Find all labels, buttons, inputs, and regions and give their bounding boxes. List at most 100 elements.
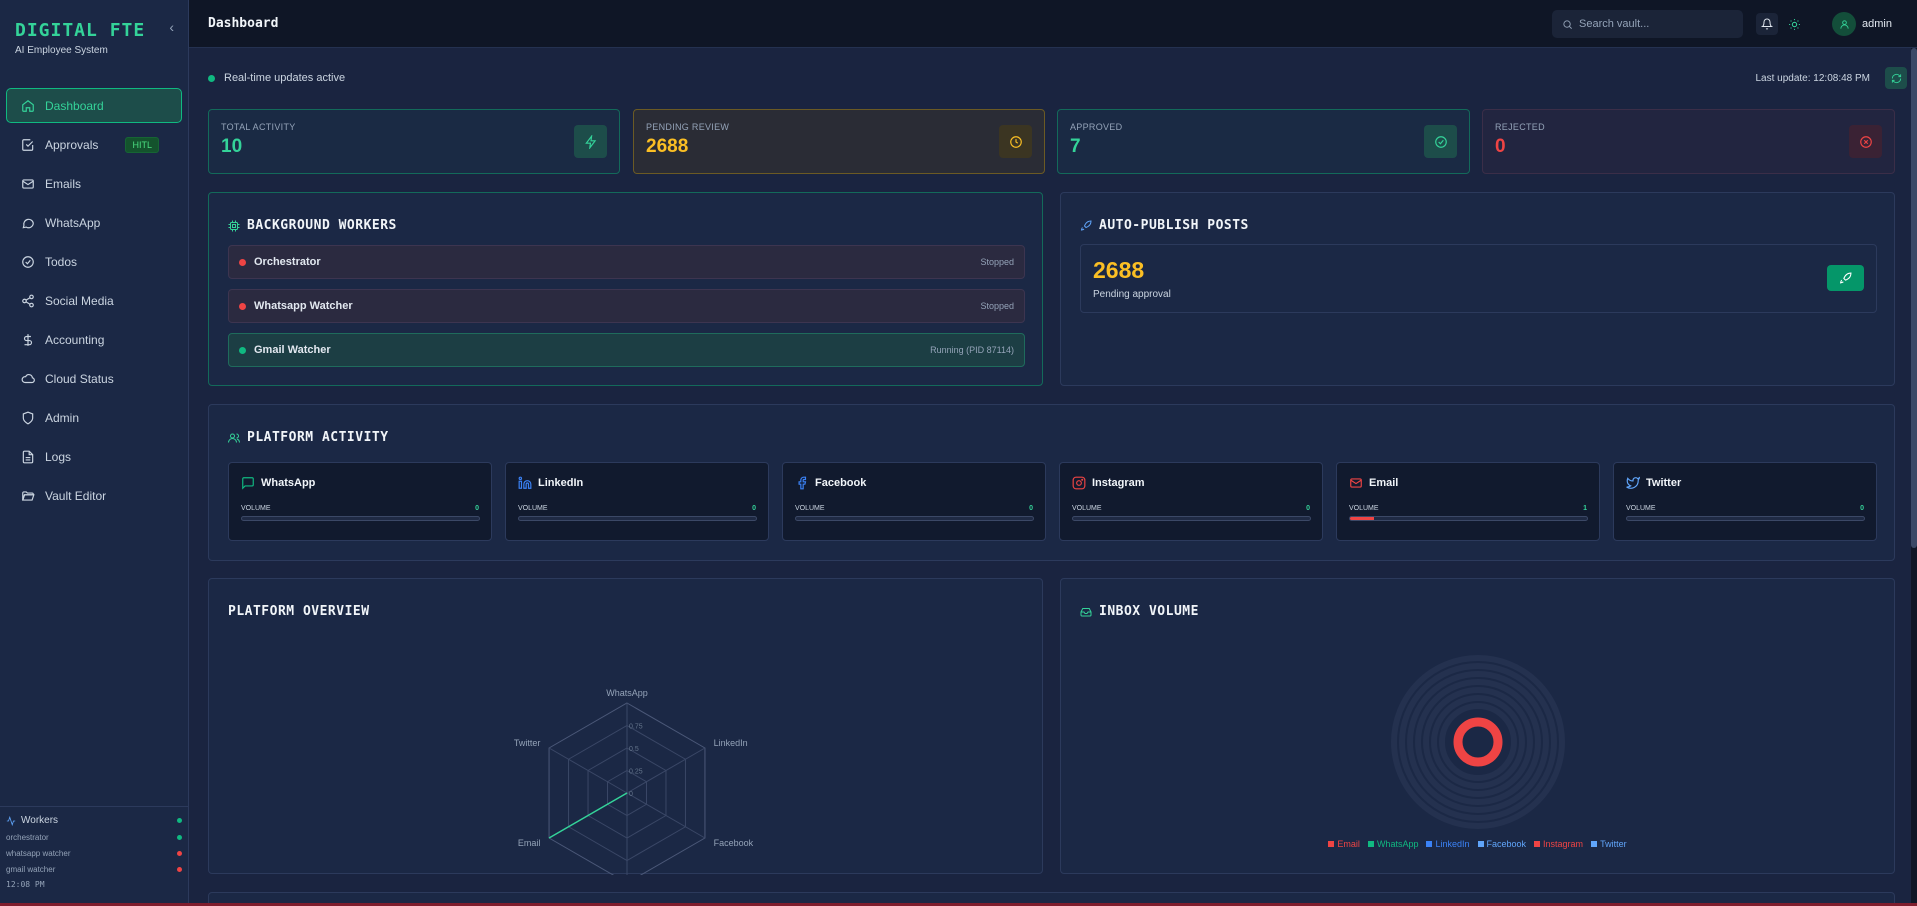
refresh-button[interactable] <box>1885 67 1907 89</box>
sidebar-item-admin[interactable]: Admin <box>6 400 182 435</box>
check-circle-icon <box>22 255 34 268</box>
cpu-icon <box>228 220 240 231</box>
volume-value: 0 <box>475 505 479 512</box>
worker-name: Whatsapp Watcher <box>254 300 353 312</box>
message-circle-icon <box>22 218 34 228</box>
zap-icon <box>574 125 607 158</box>
volume-bar <box>241 516 480 521</box>
legend-item[interactable]: WhatsApp <box>1367 839 1418 849</box>
publish-button[interactable] <box>1827 265 1864 291</box>
platform-card-instagram[interactable]: Instagram VOLUME 0 <box>1059 462 1323 541</box>
worker-status-dot <box>177 867 182 872</box>
volume-bar <box>518 516 757 521</box>
worker-status-dot <box>239 302 246 310</box>
volume-label: VOLUME <box>518 505 548 512</box>
platform-activity-panel: PLATFORM ACTIVITY WhatsApp VOLUME 0 Link… <box>208 404 1895 561</box>
brand: DIGITAL FTE AI Employee System ‹ <box>0 0 188 80</box>
legend-item[interactable]: Facebook <box>1477 839 1527 849</box>
stat-label: TOTAL ACTIVITY <box>221 122 296 132</box>
stat-value: 2688 <box>646 136 689 157</box>
realtime-dot <box>208 74 215 82</box>
worker-name: Orchestrator <box>254 256 321 268</box>
sidebar-item-whatsapp[interactable]: WhatsApp <box>6 205 182 240</box>
sidebar: DIGITAL FTE AI Employee System ‹ Dashboa… <box>0 0 189 906</box>
sidebar-item-dashboard[interactable]: Dashboard <box>6 88 182 123</box>
share-icon <box>22 294 34 307</box>
legend-item[interactable]: LinkedIn <box>1426 839 1470 849</box>
mail-icon <box>1350 478 1362 488</box>
radar-axis-label: LinkedIn <box>714 738 748 748</box>
sidebar-item-label: Emails <box>45 176 82 191</box>
notifications-button[interactable] <box>1756 13 1778 35</box>
radar-offset: WhatsAppLinkedInFacebookInstagramEmailTw… <box>514 688 754 875</box>
sidebar-item-approvals[interactable]: Approvals HITL <box>6 127 182 162</box>
sidebar-item-label: Cloud Status <box>45 371 114 386</box>
volume-label: VOLUME <box>1626 505 1656 512</box>
platform-label: Twitter <box>1646 477 1682 489</box>
worker-status: Stopped <box>980 301 1014 311</box>
platform-card-linkedin[interactable]: LinkedIn VOLUME 0 <box>505 462 769 541</box>
platform-overview-panel: PLATFORM OVERVIEW WhatsApp LinkedIn Facebo… <box>208 578 1043 875</box>
panel-title: BACKGROUND WORKERS <box>228 218 397 233</box>
platform-name: Facebook <box>795 476 866 490</box>
platform-card-email[interactable]: Email VOLUME 1 <box>1336 462 1600 541</box>
radar-area: WhatsAppLinkedInFacebookInstagramEmailTw… <box>514 688 754 875</box>
platform-label: Email <box>1369 477 1399 489</box>
legend-item[interactable]: Email <box>1328 839 1360 849</box>
scrollbar-thumb[interactable] <box>1911 48 1917 548</box>
legend-label: Facebook <box>1486 839 1527 849</box>
worker-name: orchestrator <box>6 833 49 842</box>
folder-open-icon <box>21 490 35 501</box>
search-box[interactable] <box>1552 10 1743 38</box>
stat-approved: APPROVED 7 <box>1057 109 1470 174</box>
platform-label: LinkedIn <box>538 477 584 489</box>
donut-track-ring <box>1431 695 1525 789</box>
worker-gmail-watcher[interactable]: Gmail Watcher Running (PID 87114) <box>228 333 1025 367</box>
legend-swatch <box>1477 841 1484 847</box>
platform-card-twitter[interactable]: Twitter VOLUME 0 <box>1613 462 1877 541</box>
platform-name: LinkedIn <box>518 476 583 490</box>
sidebar-item-vault-editor[interactable]: Vault Editor <box>6 478 182 513</box>
volume-bar <box>1349 516 1588 521</box>
sidebar-item-label: Social Media <box>45 293 114 308</box>
auto-publish-card: 2688 Pending approval <box>1080 244 1877 313</box>
worker-whatsapp-watcher[interactable]: Whatsapp Watcher Stopped <box>228 289 1025 323</box>
sidebar-item-logs[interactable]: Logs <box>6 439 182 474</box>
legend-item[interactable]: Instagram <box>1534 839 1583 849</box>
inbox-volume-panel: INBOX VOLUME Email WhatsApp LinkedIn Facebo… <box>1060 578 1895 874</box>
workers-status-dot <box>177 818 182 823</box>
sidebar-item-label: Logs <box>45 449 72 464</box>
legend-swatch <box>1426 841 1433 847</box>
auto-publish-panel: AUTO-PUBLISH POSTS 2688 Pending approval <box>1060 192 1895 386</box>
shield-icon <box>22 411 34 424</box>
volume-label: VOLUME <box>241 505 271 512</box>
radar-inner: WhatsAppLinkedInFacebookInstagramEmailTw… <box>514 688 754 875</box>
platform-card-facebook[interactable]: Facebook VOLUME 0 <box>782 462 1046 541</box>
stat-label: REJECTED <box>1495 122 1545 132</box>
collapse-sidebar-icon[interactable]: ‹ <box>169 19 174 35</box>
sidebar-item-social-media[interactable]: Social Media <box>6 283 182 318</box>
rocket-icon <box>1080 219 1092 231</box>
worker-status: Running (PID 87114) <box>930 345 1014 355</box>
theme-toggle-button[interactable] <box>1783 13 1805 35</box>
hitl-badge: HITL <box>125 136 159 153</box>
volume-label: VOLUME <box>1072 505 1102 512</box>
platform-name: Twitter <box>1626 476 1681 490</box>
legend-item[interactable]: Twitter <box>1591 839 1627 849</box>
platform-card-whatsapp[interactable]: WhatsApp VOLUME 0 <box>228 462 492 541</box>
sidebar-item-label: Todos <box>45 254 78 269</box>
sidebar-item-todos[interactable]: Todos <box>6 244 182 279</box>
radar: WhatsAppLinkedInFacebookInstagramEmailTw… <box>514 688 754 875</box>
x-circle-icon <box>1849 125 1882 158</box>
sidebar-item-label: Accounting <box>45 332 105 347</box>
sidebar-item-accounting[interactable]: Accounting <box>6 322 182 357</box>
sidebar-item-emails[interactable]: Emails <box>6 166 182 201</box>
worker-orchestrator[interactable]: Orchestrator Stopped <box>228 245 1025 279</box>
radar-geo: WhatsAppLinkedInFacebookInstagramEmailTw… <box>514 688 754 875</box>
user-menu[interactable]: admin <box>1832 12 1892 36</box>
legend-label: Instagram <box>1543 839 1584 849</box>
radar-tick-label: 0.75 <box>629 724 643 731</box>
sidebar-item-cloud-status[interactable]: Cloud Status <box>6 361 182 396</box>
mail-icon <box>22 178 34 189</box>
search-input[interactable] <box>1579 18 1729 30</box>
